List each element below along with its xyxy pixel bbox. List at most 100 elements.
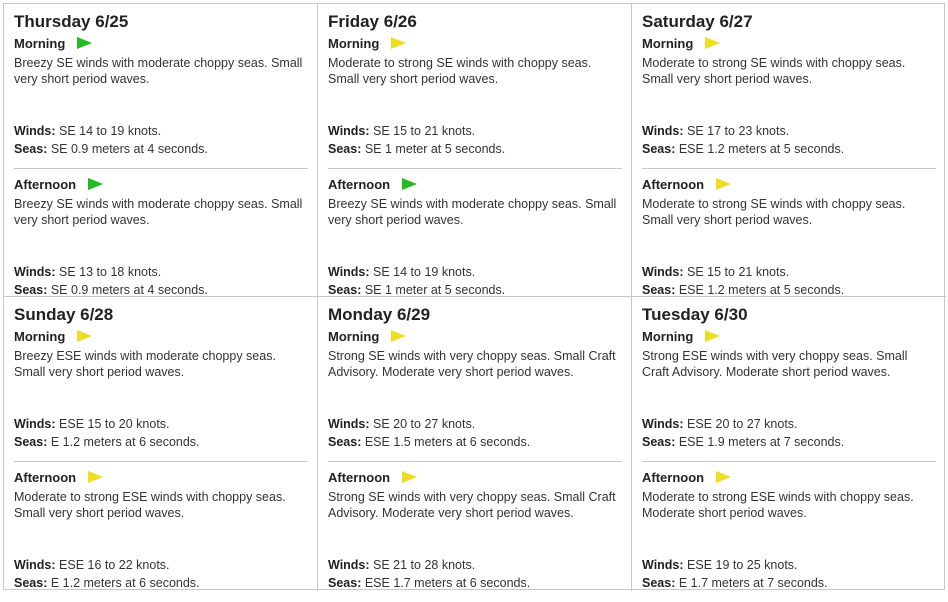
- seas-value: E 1.2 meters at 6 seconds.: [50, 435, 200, 449]
- morning-summary: Strong ESE winds with very choppy seas. …: [642, 349, 908, 379]
- morning-period: Morning Breezy SE winds with moderate ch…: [14, 33, 307, 168]
- morning-summary: Breezy SE winds with moderate choppy sea…: [14, 56, 303, 86]
- morning-period: Morning Strong ESE winds with very chopp…: [642, 326, 936, 461]
- flag-green-icon: [77, 37, 93, 49]
- flag-yellow-icon: [391, 330, 407, 342]
- winds-value: ESE 15 to 20 knots.: [59, 417, 170, 431]
- seas-label: Seas:: [14, 576, 48, 590]
- winds-line: Winds: ESE 19 to 25 knots.: [642, 556, 828, 574]
- morning-header: Morning: [14, 326, 307, 346]
- seas-value: ESE 1.5 meters at 6 seconds.: [364, 435, 531, 449]
- seas-label: Seas:: [642, 576, 676, 590]
- morning-period: Morning Moderate to strong SE winds with…: [328, 33, 621, 168]
- winds-value: SE 21 to 28 knots.: [373, 558, 476, 572]
- seas-label: Seas:: [14, 142, 48, 156]
- seas-label: Seas:: [642, 283, 676, 297]
- seas-line: Seas: SE 1 meter at 5 seconds.: [328, 140, 505, 158]
- seas-value: ESE 1.9 meters at 7 seconds.: [678, 435, 845, 449]
- winds-label: Winds:: [328, 417, 370, 431]
- afternoon-summary: Moderate to strong SE winds with choppy …: [642, 197, 906, 227]
- day-title: Saturday 6/27: [642, 12, 753, 31]
- winds-line: Winds: SE 14 to 19 knots.: [328, 263, 505, 281]
- day-title: Sunday 6/28: [14, 305, 114, 324]
- morning-summary: Moderate to strong SE winds with choppy …: [642, 56, 906, 86]
- winds-line: Winds: ESE 16 to 22 knots.: [14, 556, 200, 574]
- winds-line: Winds: ESE 20 to 27 knots.: [642, 415, 844, 433]
- seas-value: SE 1 meter at 5 seconds.: [364, 283, 506, 297]
- afternoon-label: Afternoon: [642, 176, 705, 192]
- seas-label: Seas:: [642, 435, 676, 449]
- winds-value: SE 15 to 21 knots.: [373, 124, 476, 138]
- afternoon-label: Afternoon: [14, 469, 77, 485]
- morning-period: Morning Moderate to strong SE winds with…: [642, 33, 936, 168]
- morning-summary: Strong SE winds with very choppy seas. S…: [328, 349, 616, 379]
- afternoon-label: Afternoon: [642, 469, 705, 485]
- winds-line: Winds: ESE 15 to 20 knots.: [14, 415, 200, 433]
- morning-label: Morning: [328, 328, 380, 344]
- afternoon-stats: Winds: ESE 19 to 25 knots. Seas: E 1.7 m…: [642, 556, 828, 592]
- afternoon-stats: Winds: ESE 16 to 22 knots. Seas: E 1.2 m…: [14, 556, 200, 592]
- afternoon-header: Afternoon: [14, 467, 307, 487]
- seas-label: Seas:: [328, 142, 362, 156]
- morning-summary: Breezy ESE winds with moderate choppy se…: [14, 349, 276, 379]
- day-title: Monday 6/29: [328, 305, 431, 324]
- flag-yellow-icon: [391, 37, 407, 49]
- day-title: Friday 6/26: [328, 12, 417, 31]
- winds-value: ESE 16 to 22 knots.: [59, 558, 170, 572]
- morning-stats: Winds: ESE 20 to 27 knots. Seas: ESE 1.9…: [642, 415, 844, 451]
- seas-value: ESE 1.7 meters at 6 seconds.: [364, 576, 531, 590]
- winds-line: Winds: SE 21 to 28 knots.: [328, 556, 530, 574]
- flag-yellow-icon: [716, 178, 732, 190]
- seas-value: SE 1 meter at 5 seconds.: [364, 142, 506, 156]
- winds-label: Winds:: [14, 558, 56, 572]
- winds-line: Winds: SE 15 to 21 knots.: [642, 263, 844, 281]
- morning-header: Morning: [642, 326, 936, 346]
- morning-header: Morning: [328, 33, 621, 53]
- seas-line: Seas: SE 0.9 meters at 4 seconds.: [14, 140, 208, 158]
- forecast-grid: Thursday 6/25 Morning Breezy SE winds wi…: [3, 3, 946, 592]
- morning-label: Morning: [328, 35, 380, 51]
- seas-label: Seas:: [14, 435, 48, 449]
- afternoon-header: Afternoon: [328, 174, 621, 194]
- morning-stats: Winds: ESE 15 to 20 knots. Seas: E 1.2 m…: [14, 415, 200, 451]
- winds-label: Winds:: [328, 558, 370, 572]
- winds-label: Winds:: [642, 417, 684, 431]
- seas-line: Seas: E 1.2 meters at 6 seconds.: [14, 433, 200, 451]
- seas-value: ESE 1.2 meters at 5 seconds.: [678, 142, 845, 156]
- morning-summary: Moderate to strong SE winds with choppy …: [328, 56, 592, 86]
- seas-line: Seas: ESE 1.9 meters at 7 seconds.: [642, 433, 844, 451]
- flag-yellow-icon: [705, 330, 721, 342]
- morning-header: Morning: [328, 326, 621, 346]
- flag-yellow-icon: [88, 471, 104, 483]
- morning-label: Morning: [14, 35, 66, 51]
- winds-value: SE 14 to 19 knots.: [373, 265, 476, 279]
- afternoon-period: Afternoon Moderate to strong SE winds wi…: [642, 169, 936, 309]
- day-title: Thursday 6/25: [14, 12, 129, 31]
- seas-value: E 1.2 meters at 6 seconds.: [50, 576, 200, 590]
- morning-stats: Winds: SE 15 to 21 knots. Seas: SE 1 met…: [328, 122, 505, 158]
- afternoon-stats: Winds: SE 21 to 28 knots. Seas: ESE 1.7 …: [328, 556, 530, 592]
- afternoon-header: Afternoon: [14, 174, 307, 194]
- winds-value: ESE 20 to 27 knots.: [687, 417, 798, 431]
- morning-label: Morning: [14, 328, 66, 344]
- morning-stats: Winds: SE 17 to 23 knots. Seas: ESE 1.2 …: [642, 122, 844, 158]
- afternoon-period: Afternoon Strong SE winds with very chop…: [328, 462, 621, 602]
- winds-label: Winds:: [328, 265, 370, 279]
- winds-line: Winds: SE 13 to 18 knots.: [14, 263, 208, 281]
- morning-label: Morning: [642, 35, 694, 51]
- day-card: Saturday 6/27 Morning Moderate to strong…: [632, 4, 946, 297]
- winds-value: SE 15 to 21 knots.: [687, 265, 790, 279]
- winds-label: Winds:: [642, 265, 684, 279]
- winds-line: Winds: SE 14 to 19 knots.: [14, 122, 208, 140]
- winds-label: Winds:: [14, 417, 56, 431]
- afternoon-period: Afternoon Breezy SE winds with moderate …: [328, 169, 621, 309]
- winds-label: Winds:: [328, 124, 370, 138]
- seas-label: Seas:: [642, 142, 676, 156]
- seas-value: E 1.7 meters at 7 seconds.: [678, 576, 828, 590]
- seas-line: Seas: ESE 1.5 meters at 6 seconds.: [328, 433, 530, 451]
- seas-line: Seas: E 1.2 meters at 6 seconds.: [14, 574, 200, 592]
- flag-yellow-icon: [716, 471, 732, 483]
- seas-line: Seas: ESE 1.2 meters at 5 seconds.: [642, 140, 844, 158]
- day-card: Tuesday 6/30 Morning Strong ESE winds wi…: [632, 297, 946, 591]
- winds-value: SE 14 to 19 knots.: [59, 124, 162, 138]
